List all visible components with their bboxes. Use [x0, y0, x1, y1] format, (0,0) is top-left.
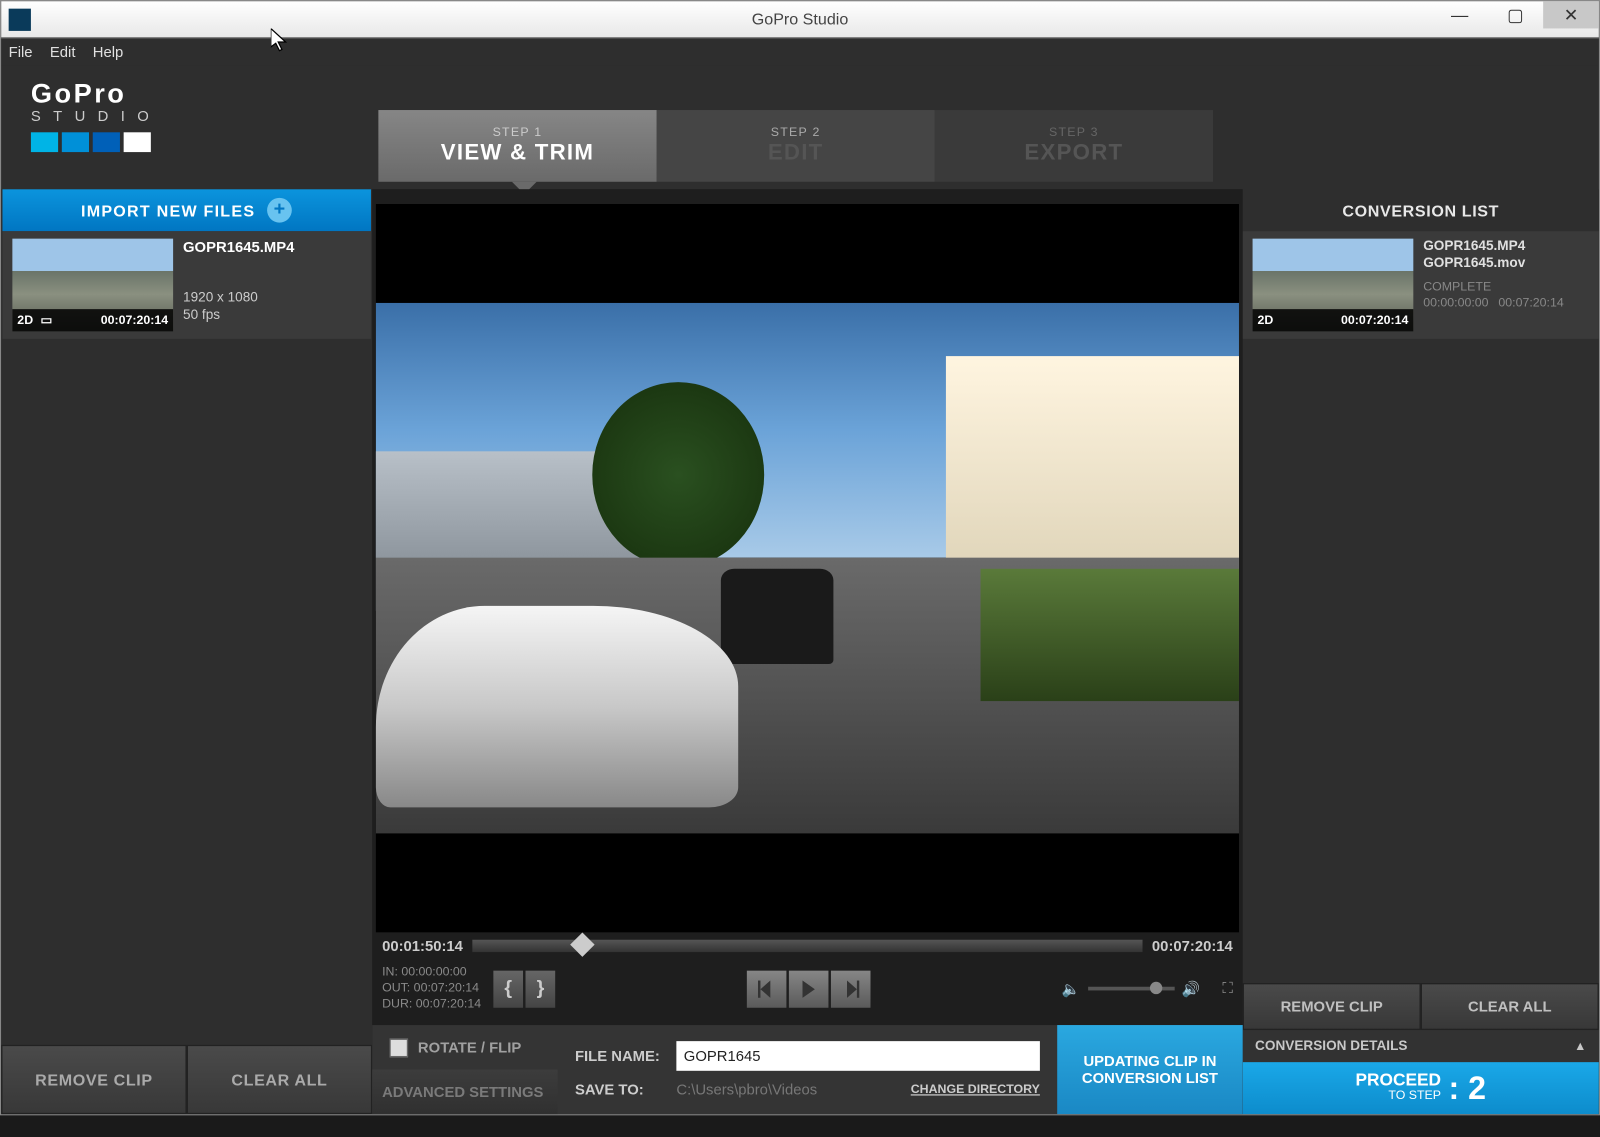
- minimize-button[interactable]: —: [1432, 1, 1488, 28]
- clip-resolution: 1920 x 1080: [183, 291, 294, 306]
- plus-icon: +: [268, 198, 293, 223]
- menubar: File Edit Help: [1, 38, 1599, 65]
- logo-sq-3: [93, 132, 120, 152]
- camera-icon: ▭: [41, 313, 53, 327]
- conv-status: COMPLETE: [1423, 281, 1564, 295]
- step-forward-button[interactable]: [831, 970, 871, 1007]
- fullscreen-button[interactable]: ⛶: [1222, 979, 1232, 998]
- header: GoPro STUDIO STEP 1 VIEW & TRIM STEP 2 E…: [1, 66, 1599, 190]
- clip-mode: 2D: [17, 313, 33, 327]
- timeline: 00:01:50:14 00:07:20:14: [372, 932, 1242, 959]
- conv-clip-mode: 2D: [1258, 313, 1274, 327]
- speaker-low-icon: 🔈: [1062, 980, 1080, 997]
- step-export[interactable]: STEP 3 EXPORT: [935, 110, 1213, 182]
- clip-timecode: 00:07:20:14: [101, 313, 168, 327]
- advanced-settings-button[interactable]: ADVANCED SETTINGS: [372, 1070, 557, 1115]
- conv-clear-all-button[interactable]: CLEAR ALL: [1421, 983, 1599, 1030]
- remove-clip-button[interactable]: REMOVE CLIP: [1, 1045, 186, 1114]
- import-label: IMPORT NEW FILES: [81, 201, 255, 220]
- logo-sq-2: [62, 132, 89, 152]
- video-frame: [376, 303, 1239, 833]
- right-panel: CONVERSION LIST 2D 00:07:20:14 GOPR1645.…: [1243, 189, 1599, 1114]
- mark-in-button[interactable]: {: [493, 970, 523, 1007]
- filename-input[interactable]: [676, 1041, 1040, 1071]
- mark-out-button[interactable]: }: [526, 970, 556, 1007]
- chevron-up-icon: ▲: [1574, 1039, 1586, 1053]
- clip-name: GOPR1645.MP4: [183, 239, 294, 256]
- clear-all-button[interactable]: CLEAR ALL: [187, 1045, 372, 1114]
- import-new-files-button[interactable]: IMPORT NEW FILES +: [2, 189, 370, 231]
- conv-name-2: GOPR1645.mov: [1423, 256, 1564, 271]
- clip-thumbnail: 2D ▭ 00:07:20:14: [12, 239, 173, 332]
- transport-controls: IN: 00:00:00:00 OUT: 00:07:20:14 DUR: 00…: [372, 960, 1242, 1026]
- window-title: GoPro Studio: [752, 10, 849, 29]
- change-directory-link[interactable]: CHANGE DIRECTORY: [911, 1083, 1040, 1097]
- menu-edit[interactable]: Edit: [50, 43, 76, 60]
- play-button[interactable]: [789, 970, 829, 1007]
- conv-remove-clip-button[interactable]: REMOVE CLIP: [1243, 983, 1421, 1030]
- bottom-bar: ROTATE / FLIP ADVANCED SETTINGS FILE NAM…: [372, 1025, 1242, 1114]
- speaker-high-icon: 🔊: [1182, 980, 1200, 997]
- current-timecode: 00:01:50:14: [382, 937, 463, 954]
- volume-slider[interactable]: [1088, 987, 1175, 991]
- logo-squares: [31, 132, 161, 152]
- conversion-thumbnail: 2D 00:07:20:14: [1253, 239, 1414, 332]
- video-preview[interactable]: [376, 204, 1239, 932]
- conversion-list-header: CONVERSION LIST: [1243, 189, 1599, 231]
- workflow-steps: STEP 1 VIEW & TRIM STEP 2 EDIT STEP 3 EX…: [378, 110, 1213, 182]
- logo-brand: GoPro: [31, 78, 161, 110]
- conv-clip-tc: 00:07:20:14: [1341, 313, 1408, 327]
- left-panel: IMPORT NEW FILES + 2D ▭ 00:07:20:14 GOPR…: [1, 189, 372, 1114]
- close-button[interactable]: ✕: [1543, 1, 1599, 28]
- conv-time-1: 00:00:00:00: [1423, 297, 1488, 311]
- main: IMPORT NEW FILES + 2D ▭ 00:07:20:14 GOPR…: [1, 189, 1599, 1114]
- step-edit[interactable]: STEP 2 EDIT: [657, 110, 935, 182]
- app-window: GoPro Studio — ▢ ✕ File Edit Help GoPro …: [0, 0, 1600, 1115]
- app-icon: [9, 8, 31, 30]
- step-back-button[interactable]: [747, 970, 787, 1007]
- end-timecode: 00:07:20:14: [1152, 937, 1233, 954]
- conv-name-1: GOPR1645.MP4: [1423, 239, 1564, 254]
- rotate-flip-checkbox[interactable]: [389, 1038, 408, 1057]
- logo-sq-1: [31, 132, 58, 152]
- volume-control: 🔈 🔊 ⛶: [1062, 979, 1233, 998]
- source-clip-item[interactable]: 2D ▭ 00:07:20:14 GOPR1645.MP4 1920 x 108…: [2, 231, 370, 339]
- menu-help[interactable]: Help: [93, 43, 124, 60]
- saveto-path: C:\Users\pbro\Videos: [676, 1081, 898, 1098]
- timeline-track[interactable]: [473, 940, 1142, 952]
- conversion-details-toggle[interactable]: CONVERSION DETAILS ▲: [1243, 1030, 1599, 1062]
- in-out-display: IN: 00:00:00:00 OUT: 00:07:20:14 DUR: 00…: [382, 964, 481, 1012]
- clip-fps: 50 fps: [183, 308, 294, 323]
- conv-time-2: 00:07:20:14: [1498, 297, 1563, 311]
- center-panel: 00:01:50:14 00:07:20:14 IN: 00:00:00:00 …: [372, 189, 1242, 1114]
- logo: GoPro STUDIO: [31, 78, 161, 152]
- logo-sub: STUDIO: [31, 108, 161, 125]
- proceed-to-step-2-button[interactable]: PROCEED TO STEP : 2: [1243, 1062, 1599, 1114]
- updating-clip-status: UPDATING CLIP IN CONVERSION LIST: [1057, 1025, 1242, 1114]
- menu-file[interactable]: File: [9, 43, 33, 60]
- saveto-label: SAVE TO:: [575, 1081, 664, 1098]
- filename-label: FILE NAME:: [575, 1047, 664, 1064]
- conversion-clip-item[interactable]: 2D 00:07:20:14 GOPR1645.MP4 GOPR1645.mov…: [1243, 231, 1599, 339]
- rotate-flip-toggle[interactable]: ROTATE / FLIP: [372, 1025, 557, 1070]
- logo-sq-4: [124, 132, 151, 152]
- maximize-button[interactable]: ▢: [1488, 1, 1544, 28]
- playhead-icon[interactable]: [570, 932, 594, 956]
- titlebar: GoPro Studio — ▢ ✕: [1, 1, 1599, 38]
- step-view-trim[interactable]: STEP 1 VIEW & TRIM: [378, 110, 656, 182]
